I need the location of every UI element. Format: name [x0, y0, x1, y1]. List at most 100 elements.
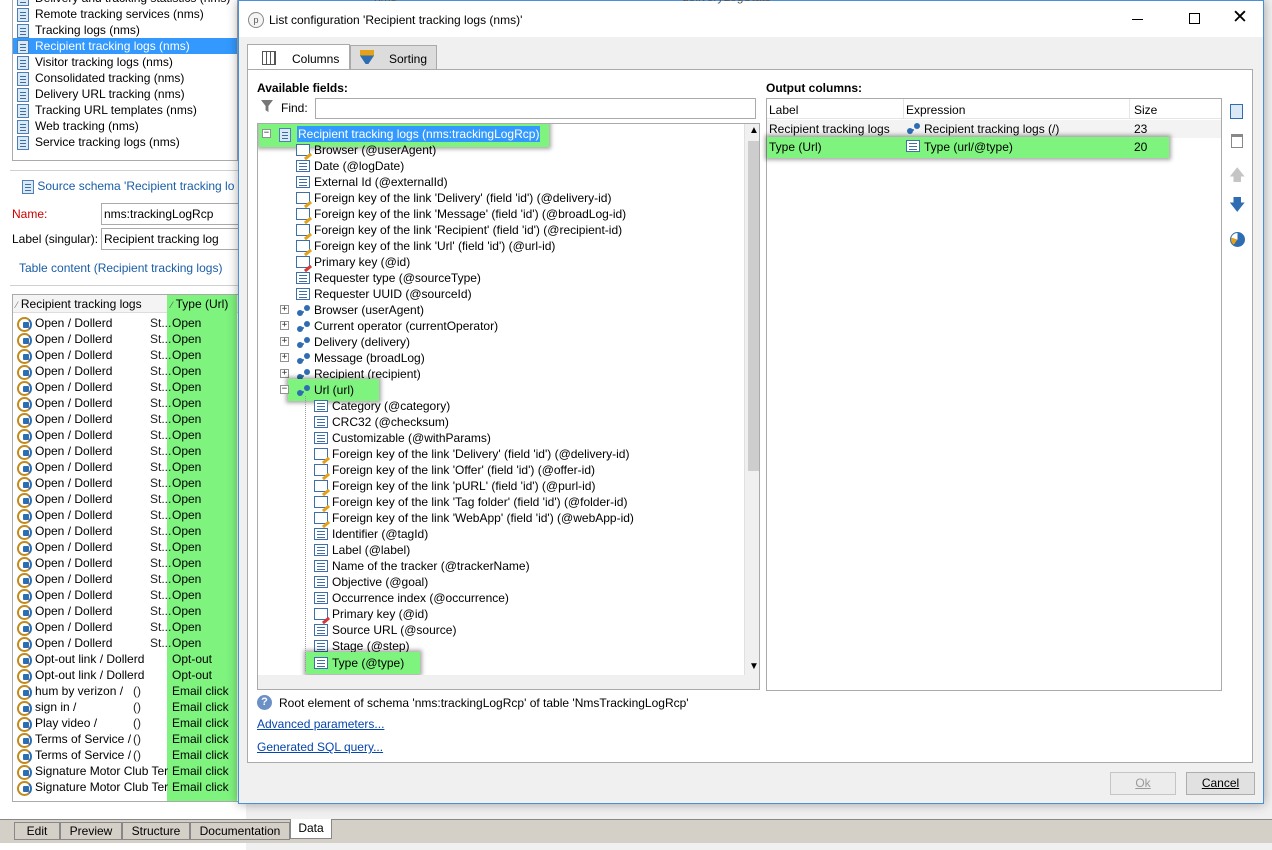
advanced-parameters-link[interactable]: Advanced parameters...: [257, 717, 384, 731]
scroll-thumb[interactable]: [748, 141, 759, 471]
tree-node[interactable]: Foreign key of the link 'Delivery' (fiel…: [258, 446, 744, 462]
grid-row[interactable]: Open / Dollerd St... Open: [13, 587, 245, 604]
collapse-icon[interactable]: −: [262, 129, 271, 138]
tree-node[interactable]: CRC32 (@checksum): [258, 414, 744, 430]
tree-node[interactable]: Occurrence index (@occurrence): [258, 590, 744, 606]
move-down-icon[interactable]: 🡇: [1229, 194, 1245, 221]
expand-icon[interactable]: +: [280, 321, 289, 330]
bottom-tab-preview[interactable]: Preview: [60, 822, 122, 840]
add-column-icon[interactable]: [1230, 104, 1243, 119]
grid-row[interactable]: Play video / () Email click: [13, 715, 245, 732]
tree-scrollbar[interactable]: ▲ ▼: [744, 124, 759, 675]
tree-node[interactable]: − Recipient tracking logs (nms:trackingLo…: [258, 124, 744, 147]
tree-node[interactable]: Type (@type): [258, 652, 744, 674]
grid-row[interactable]: Open / Dollerd St... Open: [13, 491, 245, 508]
schema-list-item[interactable]: Recipient tracking logs (nms): [13, 38, 237, 54]
schema-list-item[interactable]: Visitor tracking logs (nms): [13, 54, 237, 70]
tree-node[interactable]: Foreign key of the link 'Url' (field 'id…: [258, 238, 744, 254]
tree-hscrollbar[interactable]: [258, 675, 759, 689]
tree-node[interactable]: + Browser (userAgent): [258, 302, 744, 318]
grid-row[interactable]: Open / Dollerd St... Open: [13, 475, 245, 492]
grid-row[interactable]: Open / Dollerd St... Open: [13, 603, 245, 620]
tree-node[interactable]: Source URL (@source): [258, 622, 744, 638]
grid-row[interactable]: Opt-out link / Dollerd Opt-out: [13, 667, 245, 684]
minimize-icon[interactable]: [1132, 19, 1143, 20]
output-header-size[interactable]: Size: [1134, 103, 1157, 117]
scroll-down-icon[interactable]: ▼: [749, 661, 759, 672]
label-singular-field[interactable]: Recipient tracking log: [101, 228, 241, 250]
delete-icon[interactable]: [1231, 134, 1243, 148]
grid-row[interactable]: Open / Dollerd St... Open: [13, 331, 245, 348]
grid-header-label[interactable]: ⁄ Recipient tracking logs: [16, 297, 142, 311]
grid-row[interactable]: Open / Dollerd St... Open: [13, 347, 245, 364]
grid-row[interactable]: Open / Dollerd St... Open: [13, 411, 245, 428]
expand-icon[interactable]: +: [280, 337, 289, 346]
grid-row[interactable]: sign in / () Email click: [13, 699, 245, 716]
schema-list-item[interactable]: Remote tracking services (nms): [13, 6, 237, 22]
tree-node[interactable]: Foreign key of the link 'Tag folder' (fi…: [258, 494, 744, 510]
tab-sorting[interactable]: Sorting: [350, 45, 437, 70]
grid-row[interactable]: hum by verizon / () Email click: [13, 683, 245, 700]
tree-node[interactable]: Identifier (@tagId): [258, 526, 744, 542]
tree-node[interactable]: Customizable (@withParams): [258, 430, 744, 446]
tree-node[interactable]: Foreign key of the link 'Delivery' (fiel…: [258, 190, 744, 206]
grid-row[interactable]: Open / Dollerd St... Open: [13, 459, 245, 476]
expand-icon[interactable]: +: [280, 353, 289, 362]
schema-list-item[interactable]: Delivery URL tracking (nms): [13, 86, 237, 102]
tree-node[interactable]: Foreign key of the link 'pURL' (field 'i…: [258, 478, 744, 494]
tree-node[interactable]: Primary key (@id): [258, 606, 744, 622]
grid-row[interactable]: Signature Motor Club Ter Email click: [13, 763, 245, 780]
source-schema-link[interactable]: Source schema 'Recipient tracking lo: [37, 179, 234, 193]
tree-node[interactable]: Foreign key of the link 'Message' (field…: [258, 206, 744, 222]
grid-row[interactable]: Open / Dollerd St... Open: [13, 507, 245, 524]
schema-list-item[interactable]: Tracking logs (nms): [13, 22, 237, 38]
bottom-tab-edit[interactable]: Edit: [14, 822, 60, 840]
tree-node[interactable]: Foreign key of the link 'WebApp' (field …: [258, 510, 744, 526]
tree-node[interactable]: + Delivery (delivery): [258, 334, 744, 350]
output-row[interactable]: Recipient tracking logs Recipient trackin…: [767, 120, 1221, 138]
tree-node[interactable]: + Message (broadLog): [258, 350, 744, 366]
bottom-tab-data[interactable]: Data: [290, 819, 332, 839]
tree-node[interactable]: Label (@label): [258, 542, 744, 558]
output-row[interactable]: Type (Url) Type (url/@type) 20: [767, 137, 1169, 158]
expand-icon[interactable]: +: [280, 369, 289, 378]
expand-icon[interactable]: +: [280, 305, 289, 314]
grid-row[interactable]: Open / Dollerd St... Open: [13, 395, 245, 412]
tree-node[interactable]: Objective (@goal): [258, 574, 744, 590]
tree-node[interactable]: Requester type (@sourceType): [258, 270, 744, 286]
move-up-icon[interactable]: 🡅: [1229, 164, 1245, 191]
tree-node[interactable]: Date (@logDate): [258, 158, 744, 174]
grid-row[interactable]: Open / Dollerd St... Open: [13, 571, 245, 588]
grid-row[interactable]: Open / Dollerd St... Open: [13, 379, 245, 396]
cancel-button[interactable]: Cancel: [1186, 772, 1255, 795]
grid-row[interactable]: Signature Motor Club Ter Email click: [13, 779, 245, 796]
schema-list-item[interactable]: Tracking URL templates (nms): [13, 102, 237, 118]
tree-node[interactable]: External Id (@externalId): [258, 174, 744, 190]
find-input[interactable]: [315, 98, 756, 119]
tree-node[interactable]: Category (@category): [258, 398, 744, 414]
grid-row[interactable]: Terms of Service /() Email click: [13, 731, 245, 748]
grid-row[interactable]: Open / Dollerd St... Open: [13, 635, 245, 652]
schema-list-item[interactable]: Web tracking (nms): [13, 118, 237, 134]
grid-row[interactable]: Open / Dollerd St... Open: [13, 427, 245, 444]
grid-row[interactable]: Open / Dollerd St... Open: [13, 619, 245, 636]
tab-columns[interactable]: Columns: [247, 44, 350, 70]
tree-node[interactable]: Foreign key of the link 'Offer' (field '…: [258, 462, 744, 478]
source-schema-row[interactable]: Source schema 'Recipient tracking lo: [22, 179, 234, 194]
maximize-icon[interactable]: [1189, 13, 1200, 24]
collapse-icon[interactable]: −: [280, 385, 289, 394]
output-header-label[interactable]: Label: [769, 103, 798, 117]
bottom-tab-structure[interactable]: Structure: [122, 822, 190, 840]
bottom-tab-documentation[interactable]: Documentation: [190, 822, 290, 840]
tree-node[interactable]: Foreign key of the link 'Recipient' (fie…: [258, 222, 744, 238]
grid-row[interactable]: Opt-out link / Dollerd Opt-out: [13, 651, 245, 668]
schema-list-item[interactable]: Consolidated tracking (nms): [13, 70, 237, 86]
grid-row[interactable]: Open / Dollerd St... Open: [13, 555, 245, 572]
name-field[interactable]: nms:trackingLogRcp: [101, 203, 241, 225]
grid-header-type[interactable]: ⁄ Type (Url): [171, 297, 228, 311]
grid-row[interactable]: Open / Dollerd St... Open: [13, 363, 245, 380]
close-icon[interactable]: ✕: [1232, 6, 1248, 30]
tree-node[interactable]: Primary key (@id): [258, 254, 744, 270]
grid-row[interactable]: Open / Dollerd St... Open: [13, 315, 245, 332]
schema-list-item[interactable]: Service tracking logs (nms): [13, 134, 237, 150]
